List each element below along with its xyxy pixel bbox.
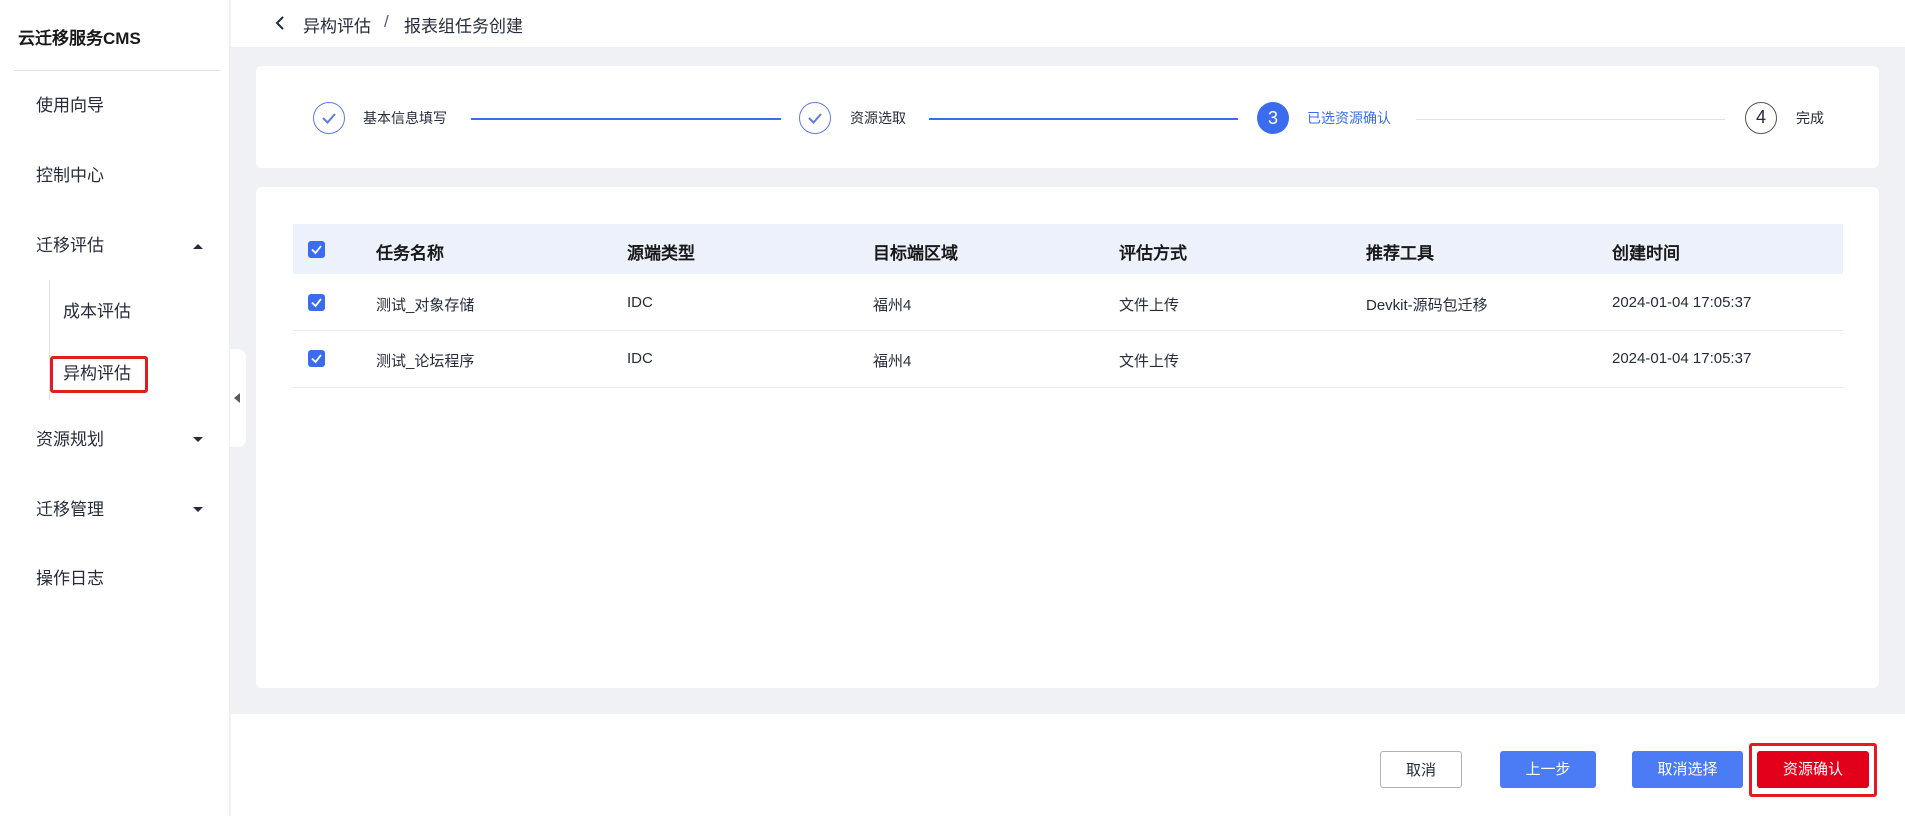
step-2-label: 资源选取 bbox=[850, 110, 906, 126]
sidebar-item-guide[interactable]: 使用向导 bbox=[36, 91, 104, 121]
column-header-target-region: 目标端区域 bbox=[873, 244, 958, 263]
step-4-label: 完成 bbox=[1796, 110, 1824, 126]
confirm-button-highlight bbox=[1749, 743, 1877, 797]
sidebar-item-migration-assessment[interactable]: 迁移评估 bbox=[36, 231, 104, 261]
cell-recommended-tool: Devkit-源码包迁移 bbox=[1366, 297, 1488, 314]
cell-target-region: 福州4 bbox=[873, 353, 912, 370]
column-header-assessment-method: 评估方式 bbox=[1119, 244, 1187, 263]
caret-down-icon[interactable] bbox=[193, 507, 203, 512]
step-connector bbox=[471, 118, 781, 120]
column-header-task-name: 任务名称 bbox=[376, 244, 444, 263]
column-header-recommended-tool: 推荐工具 bbox=[1366, 244, 1434, 263]
steps-card bbox=[256, 66, 1879, 168]
step-3-label: 已选资源确认 bbox=[1307, 110, 1391, 126]
step-2-check-icon bbox=[799, 102, 831, 134]
row-checkbox[interactable] bbox=[308, 350, 325, 367]
breadcrumb-parent[interactable]: 异构评估 bbox=[303, 12, 371, 37]
previous-step-button[interactable]: 上一步 bbox=[1500, 751, 1596, 788]
back-arrow-icon[interactable] bbox=[269, 12, 291, 34]
breadcrumb-current: 报表组任务创建 bbox=[404, 17, 523, 36]
breadcrumb-separator: / bbox=[384, 12, 389, 31]
sidebar-item-operation-log[interactable]: 操作日志 bbox=[36, 564, 104, 594]
sidebar-subitem-cost-assessment[interactable]: 成本评估 bbox=[63, 297, 131, 327]
step-4-number: 4 bbox=[1745, 102, 1777, 134]
column-header-created-time: 创建时间 bbox=[1612, 244, 1680, 263]
cell-task-name: 测试_对象存储 bbox=[376, 297, 475, 314]
cell-source-type: IDC bbox=[627, 350, 653, 367]
cell-created-time: 2024-01-04 17:05:37 bbox=[1612, 350, 1752, 367]
cell-source-type: IDC bbox=[627, 294, 653, 311]
selected-item-highlight bbox=[50, 356, 148, 393]
cell-task-name: 测试_论坛程序 bbox=[376, 353, 475, 370]
step-connector bbox=[929, 118, 1238, 120]
row-checkbox[interactable] bbox=[308, 294, 325, 311]
step-3-number: 3 bbox=[1257, 102, 1289, 134]
sidebar-item-control-center[interactable]: 控制中心 bbox=[36, 161, 104, 191]
cell-assessment-method: 文件上传 bbox=[1119, 353, 1180, 370]
sidebar-item-resource-planning[interactable]: 资源规划 bbox=[36, 425, 104, 455]
step-connector bbox=[1416, 119, 1725, 120]
cancel-button[interactable]: 取消 bbox=[1380, 751, 1462, 788]
caret-up-icon[interactable] bbox=[193, 244, 203, 249]
sidebar-item-migration-management[interactable]: 迁移管理 bbox=[36, 495, 104, 525]
caret-down-icon[interactable] bbox=[193, 437, 203, 442]
table-row bbox=[293, 274, 1843, 331]
table-row bbox=[293, 331, 1843, 388]
deselect-button[interactable]: 取消选择 bbox=[1632, 751, 1743, 788]
app-title: 云迁移服务CMS bbox=[18, 29, 141, 48]
cell-target-region: 福州4 bbox=[873, 297, 912, 314]
column-header-source-type: 源端类型 bbox=[627, 244, 695, 263]
cell-assessment-method: 文件上传 bbox=[1119, 297, 1180, 314]
sidebar-collapse-toggle[interactable] bbox=[230, 349, 246, 447]
step-1-label: 基本信息填写 bbox=[363, 110, 447, 126]
sidebar-divider bbox=[14, 70, 220, 71]
collapse-left-icon bbox=[234, 393, 240, 403]
table-header bbox=[293, 224, 1843, 274]
sidebar: 云迁移服务CMS 使用向导 控制中心 迁移评估 成本评估 异构评估 资源规划 迁… bbox=[0, 0, 230, 816]
select-all-checkbox[interactable] bbox=[308, 241, 325, 258]
cell-created-time: 2024-01-04 17:05:37 bbox=[1612, 294, 1752, 311]
step-1-check-icon bbox=[313, 102, 345, 134]
